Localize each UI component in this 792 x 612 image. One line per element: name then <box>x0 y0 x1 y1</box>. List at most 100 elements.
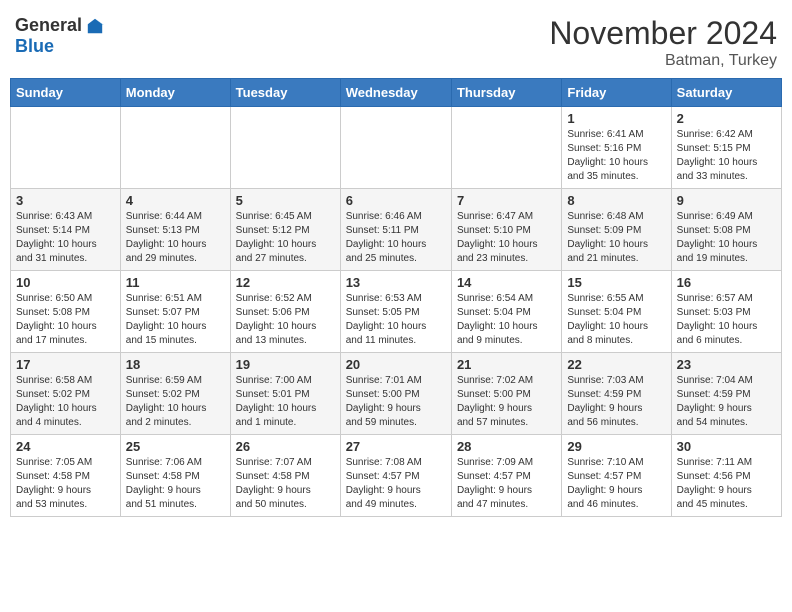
day-info: Sunrise: 6:54 AM Sunset: 5:04 PM Dayligh… <box>457 292 556 348</box>
calendar-cell <box>230 107 340 189</box>
calendar-cell: 16Sunrise: 6:57 AM Sunset: 5:03 PM Dayli… <box>671 271 781 353</box>
day-number: 23 <box>677 357 776 372</box>
day-number: 20 <box>346 357 446 372</box>
location-title: Batman, Turkey <box>549 52 777 70</box>
day-info: Sunrise: 6:46 AM Sunset: 5:11 PM Dayligh… <box>346 210 446 266</box>
day-info: Sunrise: 6:45 AM Sunset: 5:12 PM Dayligh… <box>236 210 335 266</box>
calendar-cell: 2Sunrise: 6:42 AM Sunset: 5:15 PM Daylig… <box>671 107 781 189</box>
calendar-cell <box>11 107 121 189</box>
day-info: Sunrise: 6:50 AM Sunset: 5:08 PM Dayligh… <box>16 292 115 348</box>
calendar-cell: 17 Sunrise: 6:58 AM Sunset: 5:02 PM Dayli… <box>11 353 121 435</box>
day-number: 28 <box>457 439 556 454</box>
day-number: 6 <box>346 193 446 208</box>
day-info: Sunrise: 7:07 AM Sunset: 4:58 PM Dayligh… <box>236 456 335 512</box>
day-info: Sunrise: 6:43 AM Sunset: 5:14 PM Dayligh… <box>16 210 115 266</box>
calendar-cell: 18 Sunrise: 6:59 AM Sunset: 5:02 PM Dayli… <box>120 353 230 435</box>
day-number: 29 <box>567 439 665 454</box>
weekday-header-monday: Monday <box>120 79 230 107</box>
day-info: Sunrise: 6:42 AM Sunset: 5:15 PM Dayligh… <box>677 128 776 184</box>
day-number: 12 <box>236 275 335 290</box>
day-number: 22 <box>567 357 665 372</box>
day-info: Sunrise: 6:51 AM Sunset: 5:07 PM Dayligh… <box>126 292 225 348</box>
weekday-header-friday: Friday <box>562 79 671 107</box>
day-number: 9 <box>677 193 776 208</box>
calendar-cell <box>120 107 230 189</box>
day-info: Sunrise: 6:55 AM Sunset: 5:04 PM Dayligh… <box>567 292 665 348</box>
day-number: 7 <box>457 193 556 208</box>
logo-general-text: General <box>15 15 82 36</box>
day-info: Sunrise: 7:05 AM Sunset: 4:58 PM Dayligh… <box>16 456 115 512</box>
day-number: 1 <box>567 111 665 126</box>
calendar-cell: 8Sunrise: 6:48 AM Sunset: 5:09 PM Daylig… <box>562 189 671 271</box>
day-number: 30 <box>677 439 776 454</box>
calendar-week-1: 1Sunrise: 6:41 AM Sunset: 5:16 PM Daylig… <box>11 107 782 189</box>
day-info: Sunrise: 7:11 AM Sunset: 4:56 PM Dayligh… <box>677 456 776 512</box>
logo-icon <box>86 17 104 35</box>
day-number: 18 <box>126 357 225 372</box>
day-number: 13 <box>346 275 446 290</box>
day-info: Sunrise: 6:47 AM Sunset: 5:10 PM Dayligh… <box>457 210 556 266</box>
day-number: 4 <box>126 193 225 208</box>
calendar-cell: 22 Sunrise: 7:03 AM Sunset: 4:59 PM Dayli… <box>562 353 671 435</box>
day-number: 15 <box>567 275 665 290</box>
calendar-cell: 19Sunrise: 7:00 AM Sunset: 5:01 PM Dayli… <box>230 353 340 435</box>
weekday-header-row: SundayMondayTuesdayWednesdayThursdayFrid… <box>11 79 782 107</box>
day-info: Sunrise: 6:52 AM Sunset: 5:06 PM Dayligh… <box>236 292 335 348</box>
day-number: 19 <box>236 357 335 372</box>
calendar-cell: 29 Sunrise: 7:10 AM Sunset: 4:57 PM Dayli… <box>562 435 671 517</box>
day-number: 3 <box>16 193 115 208</box>
day-number: 24 <box>16 439 115 454</box>
calendar-cell: 14 Sunrise: 6:54 AM Sunset: 5:04 PM Dayli… <box>451 271 561 353</box>
calendar-cell: 7 Sunrise: 6:47 AM Sunset: 5:10 PM Daylig… <box>451 189 561 271</box>
day-info: Sunrise: 7:10 AM Sunset: 4:57 PM Dayligh… <box>567 456 665 512</box>
day-info: Sunrise: 6:49 AM Sunset: 5:08 PM Dayligh… <box>677 210 776 266</box>
calendar-cell: 20 Sunrise: 7:01 AM Sunset: 5:00 PM Dayli… <box>340 353 451 435</box>
calendar-cell: 26 Sunrise: 7:07 AM Sunset: 4:58 PM Dayli… <box>230 435 340 517</box>
day-number: 11 <box>126 275 225 290</box>
day-info: Sunrise: 7:04 AM Sunset: 4:59 PM Dayligh… <box>677 374 776 430</box>
calendar-cell: 5 Sunrise: 6:45 AM Sunset: 5:12 PM Daylig… <box>230 189 340 271</box>
weekday-header-sunday: Sunday <box>11 79 121 107</box>
calendar-cell: 24 Sunrise: 7:05 AM Sunset: 4:58 PM Dayli… <box>11 435 121 517</box>
day-info: Sunrise: 6:58 AM Sunset: 5:02 PM Dayligh… <box>16 374 115 430</box>
calendar-cell: 11 Sunrise: 6:51 AM Sunset: 5:07 PM Dayli… <box>120 271 230 353</box>
day-info: Sunrise: 7:03 AM Sunset: 4:59 PM Dayligh… <box>567 374 665 430</box>
page-header: General Blue November 2024 Batman, Turke… <box>10 10 782 70</box>
calendar-cell: 13Sunrise: 6:53 AM Sunset: 5:05 PM Dayli… <box>340 271 451 353</box>
title-section: November 2024 Batman, Turkey <box>549 15 777 70</box>
day-number: 5 <box>236 193 335 208</box>
calendar-cell: 25 Sunrise: 7:06 AM Sunset: 4:58 PM Dayli… <box>120 435 230 517</box>
day-number: 25 <box>126 439 225 454</box>
weekday-header-wednesday: Wednesday <box>340 79 451 107</box>
calendar-cell: 6 Sunrise: 6:46 AM Sunset: 5:11 PM Daylig… <box>340 189 451 271</box>
day-number: 14 <box>457 275 556 290</box>
calendar-cell <box>451 107 561 189</box>
calendar-cell: 27 Sunrise: 7:08 AM Sunset: 4:57 PM Dayli… <box>340 435 451 517</box>
calendar-week-4: 17 Sunrise: 6:58 AM Sunset: 5:02 PM Dayli… <box>11 353 782 435</box>
calendar-cell: 1Sunrise: 6:41 AM Sunset: 5:16 PM Daylig… <box>562 107 671 189</box>
calendar-cell: 3 Sunrise: 6:43 AM Sunset: 5:14 PM Daylig… <box>11 189 121 271</box>
day-number: 26 <box>236 439 335 454</box>
day-number: 27 <box>346 439 446 454</box>
logo: General Blue <box>15 15 104 57</box>
calendar-cell: 4 Sunrise: 6:44 AM Sunset: 5:13 PM Daylig… <box>120 189 230 271</box>
day-info: Sunrise: 7:06 AM Sunset: 4:58 PM Dayligh… <box>126 456 225 512</box>
day-number: 10 <box>16 275 115 290</box>
day-info: Sunrise: 6:57 AM Sunset: 5:03 PM Dayligh… <box>677 292 776 348</box>
day-number: 21 <box>457 357 556 372</box>
calendar-cell: 15 Sunrise: 6:55 AM Sunset: 5:04 PM Dayli… <box>562 271 671 353</box>
day-info: Sunrise: 6:59 AM Sunset: 5:02 PM Dayligh… <box>126 374 225 430</box>
calendar-table: SundayMondayTuesdayWednesdayThursdayFrid… <box>10 78 782 517</box>
calendar-week-3: 10 Sunrise: 6:50 AM Sunset: 5:08 PM Dayli… <box>11 271 782 353</box>
day-info: Sunrise: 7:01 AM Sunset: 5:00 PM Dayligh… <box>346 374 446 430</box>
logo-blue-text: Blue <box>15 36 54 57</box>
weekday-header-saturday: Saturday <box>671 79 781 107</box>
calendar-week-2: 3 Sunrise: 6:43 AM Sunset: 5:14 PM Daylig… <box>11 189 782 271</box>
day-info: Sunrise: 7:08 AM Sunset: 4:57 PM Dayligh… <box>346 456 446 512</box>
day-info: Sunrise: 7:09 AM Sunset: 4:57 PM Dayligh… <box>457 456 556 512</box>
calendar-cell: 23 Sunrise: 7:04 AM Sunset: 4:59 PM Dayli… <box>671 353 781 435</box>
day-number: 17 <box>16 357 115 372</box>
day-info: Sunrise: 6:44 AM Sunset: 5:13 PM Dayligh… <box>126 210 225 266</box>
calendar-cell: 30 Sunrise: 7:11 AM Sunset: 4:56 PM Dayli… <box>671 435 781 517</box>
calendar-cell: 12 Sunrise: 6:52 AM Sunset: 5:06 PM Dayli… <box>230 271 340 353</box>
